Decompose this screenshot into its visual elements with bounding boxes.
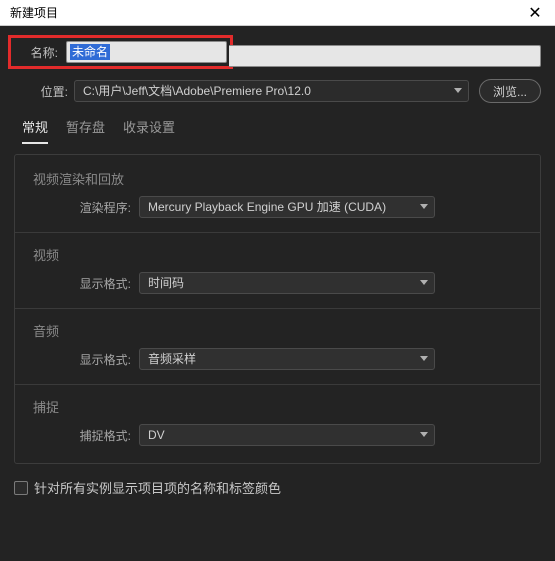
tabs: 常规 暂存盘 收录设置 [14,117,541,144]
video-label: 显示格式: [67,275,139,292]
section-capture-title: 捕捉 [33,397,522,416]
video-dropdown[interactable]: 时间码 [139,272,435,294]
chevron-down-icon [420,280,428,285]
location-dropdown[interactable]: C:\用户\Jeff\文档\Adobe\Premiere Pro\12.0 [74,80,469,102]
name-label: 名称: [14,44,64,61]
render-row: 渲染程序: Mercury Playback Engine GPU 加速 (CU… [33,196,522,218]
chevron-down-icon [420,204,428,209]
render-dropdown[interactable]: Mercury Playback Engine GPU 加速 (CUDA) [139,196,435,218]
audio-value: 音频采样 [148,352,196,366]
display-label-checkbox[interactable] [14,481,28,495]
audio-row: 显示格式: 音频采样 [33,348,522,370]
tab-general[interactable]: 常规 [22,117,48,144]
tab-ingest[interactable]: 收录设置 [123,117,175,144]
display-label-text: 针对所有实例显示项目项的名称和标签颜色 [34,478,281,497]
divider [15,308,540,309]
video-row: 显示格式: 时间码 [33,272,522,294]
section-audio-title: 音频 [33,321,522,340]
video-value: 时间码 [148,276,184,290]
section-render-title: 视频渲染和回放 [33,169,522,188]
window-title: 新建项目 [10,4,58,21]
divider [15,232,540,233]
render-label: 渲染程序: [67,199,139,216]
chevron-down-icon [420,432,428,437]
capture-label: 捕捉格式: [67,427,139,444]
divider [15,384,540,385]
close-icon[interactable]: ✕ [515,0,555,26]
name-value: 未命名 [70,44,110,60]
name-row: 名称: 未命名 [14,38,541,73]
browse-button[interactable]: 浏览... [479,79,541,103]
capture-dropdown[interactable]: DV [139,424,435,446]
display-label-checkbox-row: 针对所有实例显示项目项的名称和标签颜色 [14,478,541,497]
location-row: 位置: C:\用户\Jeff\文档\Adobe\Premiere Pro\12.… [14,79,541,103]
capture-row: 捕捉格式: DV [33,424,522,446]
location-label: 位置: [14,83,74,100]
location-value: C:\用户\Jeff\文档\Adobe\Premiere Pro\12.0 [83,84,311,98]
tab-scratch[interactable]: 暂存盘 [66,117,105,144]
name-input[interactable]: 未命名 [66,41,227,63]
dialog-body: 名称: 未命名 位置: C:\用户\Jeff\文档\Adobe\Premiere… [0,26,555,561]
capture-value: DV [148,428,165,442]
titlebar: 新建项目 ✕ [0,0,555,26]
audio-label: 显示格式: [67,351,139,368]
tab-pane-general: 视频渲染和回放 渲染程序: Mercury Playback Engine GP… [14,154,541,464]
section-video-title: 视频 [33,245,522,264]
chevron-down-icon [420,356,428,361]
chevron-down-icon [454,88,462,93]
render-value: Mercury Playback Engine GPU 加速 (CUDA) [148,200,386,214]
name-highlight: 名称: 未命名 [8,35,233,69]
audio-dropdown[interactable]: 音频采样 [139,348,435,370]
